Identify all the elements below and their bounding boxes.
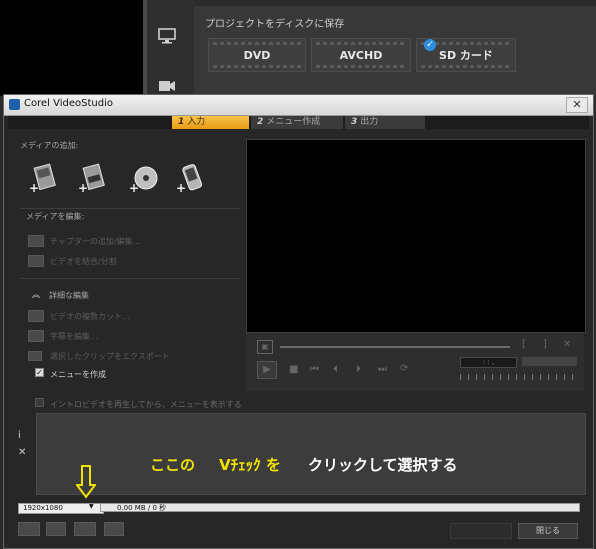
- project-settings-icon[interactable]: [18, 522, 40, 536]
- avchd-button[interactable]: AVCHD: [311, 38, 411, 72]
- advanced-edit-label[interactable]: 詳細な編集: [49, 290, 89, 301]
- tab-input-label: 入力: [187, 117, 206, 127]
- scrub-bar[interactable]: [280, 346, 510, 348]
- merge-split-icon: [28, 255, 44, 267]
- mark-in-icon[interactable]: [: [522, 339, 526, 350]
- volume-slider[interactable]: [522, 357, 577, 366]
- svg-text:+: +: [29, 181, 39, 195]
- annotation-part2: Vﾁｪｯｸ を: [219, 456, 281, 474]
- info-icon[interactable]: i: [18, 430, 32, 441]
- advanced-item-multicut[interactable]: ビデオの複数カット...: [50, 311, 130, 322]
- dialog-titlebar[interactable]: Corel VideoStudio ✕: [4, 95, 593, 116]
- tab-menu[interactable]: 2 メニュー作成: [251, 116, 343, 129]
- close-button[interactable]: 閉じる: [518, 523, 578, 539]
- divider-2: [20, 278, 240, 279]
- disc-template-icon[interactable]: [74, 522, 96, 536]
- resolution-value: 1920x1080: [23, 504, 63, 512]
- advanced-item-export[interactable]: 選択したクリップをエクスポート: [50, 351, 170, 362]
- size-indicator: 0.00 MB / 0 秒: [100, 503, 580, 512]
- avchd-label: AVCHD: [339, 48, 383, 62]
- chevron-down-icon[interactable]: ▼: [89, 503, 94, 510]
- add-device-icon[interactable]: +: [175, 162, 205, 196]
- annotation-part1: ここの: [150, 456, 196, 474]
- annotation-part3: クリックして選択する: [308, 456, 458, 474]
- subtitle-icon: [28, 330, 44, 342]
- next-button[interactable]: [450, 523, 512, 539]
- next-frame-icon[interactable]: ⏵: [356, 364, 361, 375]
- delete-icon[interactable]: ✕: [18, 447, 32, 458]
- stop-icon[interactable]: ■: [289, 364, 298, 375]
- intro-video-label[interactable]: イントロビデオを再生してから、メニューを表示する: [50, 399, 242, 410]
- dialog-close-button[interactable]: ✕: [566, 97, 588, 113]
- check-badge-icon: ✓: [424, 39, 436, 51]
- chapter-icon: [28, 235, 44, 247]
- go-end-icon[interactable]: ⏭: [378, 364, 387, 375]
- mark-out-icon[interactable]: ]: [543, 339, 547, 350]
- clear-marks-icon[interactable]: ✕: [563, 339, 571, 350]
- dialog-title: Corel VideoStudio: [24, 98, 113, 109]
- create-menu-checkbox[interactable]: ✓: [35, 368, 44, 377]
- tab-output-label: 出力: [360, 117, 379, 127]
- intro-video-checkbox[interactable]: [35, 398, 44, 407]
- svg-text:+: +: [129, 181, 139, 195]
- timecode-field[interactable]: : : ,: [460, 357, 517, 368]
- background-video-preview: [0, 0, 143, 96]
- advanced-item-subtitle[interactable]: 字幕を編集...: [50, 331, 98, 342]
- go-start-icon[interactable]: ⏮: [310, 364, 319, 375]
- video-preview: [246, 139, 586, 333]
- edit-item-merge[interactable]: ビデオを結合/分割: [50, 256, 117, 267]
- svg-text:+: +: [176, 181, 186, 195]
- edit-media-label: メディアを編集:: [26, 212, 85, 221]
- dvd-label: DVD: [243, 48, 271, 62]
- divider-1: [20, 208, 240, 209]
- tab-output[interactable]: 3 出力: [345, 116, 425, 129]
- add-video-file-icon[interactable]: +: [28, 162, 58, 196]
- play-mode-icon[interactable]: ▣: [257, 340, 273, 354]
- tab-menu-label: メニュー作成: [266, 117, 321, 127]
- prev-frame-icon[interactable]: ⏴: [333, 364, 338, 375]
- add-disc-icon[interactable]: +: [128, 162, 158, 196]
- gear-icon[interactable]: [46, 522, 66, 536]
- svg-text:+: +: [78, 181, 88, 195]
- repeat-icon[interactable]: ⟳: [400, 363, 408, 374]
- volume-ticks: [460, 374, 578, 380]
- background-top-bar: [194, 0, 596, 6]
- add-media-label: メディアの追加:: [20, 141, 79, 150]
- disk-section-title: プロジェクトをディスクに保存: [205, 19, 345, 30]
- play-icon[interactable]: ▶: [257, 361, 277, 379]
- tab-output-num: 3: [351, 117, 358, 127]
- monitor-icon[interactable]: [158, 28, 176, 44]
- edit-item-chapters[interactable]: チャプターの追加/編集...: [50, 236, 140, 247]
- tab-input-num: 1: [178, 117, 185, 127]
- app-icon: [9, 99, 20, 110]
- sd-card-label: SD カード: [439, 49, 493, 62]
- add-dvd-video-icon[interactable]: +: [77, 162, 107, 196]
- arrow-down-icon: [76, 465, 96, 499]
- dvd-button[interactable]: DVD: [208, 38, 306, 72]
- size-text: 0.00 MB / 0 秒: [117, 504, 167, 512]
- camcorder-icon[interactable]: [158, 78, 176, 94]
- create-menu-label[interactable]: メニューを作成: [50, 369, 106, 380]
- tab-input[interactable]: 1 入力: [172, 116, 249, 129]
- chevron-up-icon[interactable]: ︽: [32, 289, 40, 300]
- tab-menu-num: 2: [257, 117, 264, 127]
- print-icon[interactable]: [104, 522, 124, 536]
- multi-cut-icon: [28, 310, 44, 322]
- export-icon: [28, 351, 42, 361]
